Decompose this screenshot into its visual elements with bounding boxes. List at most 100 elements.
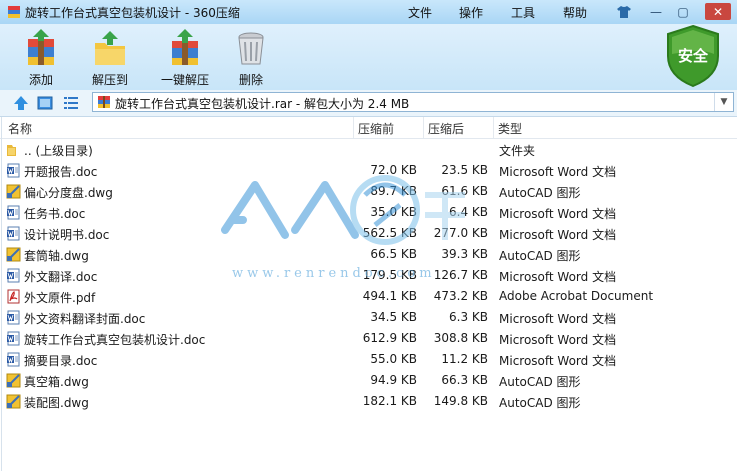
column-divider[interactable] [423,117,424,138]
file-size: 612.9 KB [362,331,417,345]
maximize-icon: ▢ [677,4,689,19]
file-name: 外文资料翻译封面.doc [24,312,146,326]
add-archive-icon [28,29,54,65]
file-name: 开题报告.doc [24,165,98,179]
extract-to-label: 解压到 [91,73,128,87]
file-name: 设计说明书.doc [24,228,110,242]
table-row[interactable]: 外文资料翻译封面.doc 34.5 KB 6.3 KB Microsoft Wo… [2,307,735,328]
table-row[interactable]: .. (上级目录) 文件夹 [2,139,735,160]
file-name: .. (上级目录) [24,144,93,158]
file-compressed-size: 126.7 KB [433,268,488,282]
address-dropdown-button[interactable]: ▼ [714,93,733,111]
file-name: 套筒轴.dwg [24,249,89,263]
one-click-extract-button[interactable]: 一键解压 [146,27,224,87]
dwg-icon [6,373,21,388]
title-bar: 旋转工作台式真空包装机设计 - 360压缩 文件 操作 工具 帮助 — ▢ ✕ [0,0,737,24]
file-name: 外文原件.pdf [24,291,96,305]
file-size: 34.5 KB [370,310,417,324]
table-row[interactable]: 开题报告.doc 72.0 KB 23.5 KB Microsoft Word … [2,160,735,181]
file-name: 任务书.doc [24,207,86,221]
table-row[interactable]: 真空箱.dwg 94.9 KB 66.3 KB AutoCAD 图形 [2,370,735,391]
file-size: 182.1 KB [362,394,417,408]
trash-icon [238,32,264,65]
file-size: 89.7 KB [370,184,417,198]
one-click-extract-icon [172,29,198,65]
file-name: 旋转工作台式真空包装机设计.doc [24,333,206,347]
file-size: 72.0 KB [370,163,417,177]
file-size: 562.5 KB [362,226,417,240]
table-row[interactable]: 装配图.dwg 182.1 KB 149.8 KB AutoCAD 图形 [2,391,735,412]
file-type: Microsoft Word 文档 [499,228,617,242]
file-type: Microsoft Word 文档 [499,207,617,221]
security-badge[interactable]: 安全 [664,24,722,88]
table-row[interactable]: 套筒轴.dwg 66.5 KB 39.3 KB AutoCAD 图形 [2,244,735,265]
file-size: 66.5 KB [370,247,417,261]
menu-file[interactable]: 文件 [408,4,432,21]
table-row[interactable]: 外文原件.pdf 494.1 KB 473.2 KB Adobe Acrobat… [2,286,735,307]
file-type: Microsoft Word 文档 [499,312,617,326]
extract-to-button[interactable]: 解压到 [75,27,145,87]
menu-operation[interactable]: 操作 [459,4,483,21]
column-divider[interactable] [353,117,354,138]
menu-tools[interactable]: 工具 [511,4,535,21]
close-icon: ✕ [712,4,724,19]
file-size: 55.0 KB [370,352,417,366]
file-type: AutoCAD 图形 [499,396,581,410]
address-text: 旋转工作台式真空包装机设计.rar - 解包大小为 2.4 MB [115,97,410,111]
word-doc-icon [7,163,20,178]
file-name: 真空箱.dwg [24,375,89,389]
minimize-button[interactable]: — [645,3,667,20]
add-label: 添加 [28,73,53,87]
table-row[interactable]: 任务书.doc 35.0 KB 6.4 KB Microsoft Word 文档 [2,202,735,223]
file-type: 文件夹 [499,144,536,158]
file-type: AutoCAD 图形 [499,186,581,200]
file-size: 494.1 KB [362,289,417,303]
table-row[interactable]: 摘要目录.doc 55.0 KB 11.2 KB Microsoft Word … [2,349,735,370]
header-name[interactable]: 名称 [8,120,32,137]
up-arrow-icon[interactable] [13,95,29,111]
pdf-icon [7,289,20,304]
file-compressed-size: 6.4 KB [449,205,488,219]
file-compressed-size: 61.6 KB [441,184,488,198]
word-doc-icon [7,268,20,283]
chevron-down-icon: ▼ [720,97,728,107]
delete-button[interactable]: 删除 [216,27,286,87]
header-size[interactable]: 压缩前 [358,120,394,137]
column-divider[interactable] [493,117,494,138]
file-compressed-size: 473.2 KB [433,289,488,303]
file-type: Microsoft Word 文档 [499,165,617,179]
list-view-icon[interactable] [63,95,79,111]
menu-help[interactable]: 帮助 [563,4,587,21]
file-compressed-size: 39.3 KB [441,247,488,261]
maximize-button[interactable]: ▢ [672,3,694,20]
word-doc-icon [7,226,20,241]
add-button[interactable]: 添加 [6,27,76,87]
address-bar: 旋转工作台式真空包装机设计.rar - 解包大小为 2.4 MB ▼ [0,90,737,117]
table-row[interactable]: 旋转工作台式真空包装机设计.doc 612.9 KB 308.8 KB Micr… [2,328,735,349]
word-doc-icon [7,205,20,220]
archive-app-icon [8,6,20,18]
file-type: Microsoft Word 文档 [499,354,617,368]
skin-button[interactable] [613,3,635,20]
file-compressed-size: 6.3 KB [449,310,488,324]
header-type[interactable]: 类型 [498,120,522,137]
file-compressed-size: 23.5 KB [441,163,488,177]
close-button[interactable]: ✕ [705,3,731,20]
file-type: Adobe Acrobat Document [499,289,654,303]
word-doc-icon [7,331,20,346]
file-name: 摘要目录.doc [24,354,98,368]
word-doc-icon [7,310,20,325]
dwg-icon [6,247,21,262]
table-row[interactable]: 设计说明书.doc 562.5 KB 277.0 KB Microsoft Wo… [2,223,735,244]
header-compressed[interactable]: 压缩后 [428,120,464,137]
security-label: 安全 [677,47,708,65]
file-compressed-size: 66.3 KB [441,373,488,387]
table-row[interactable]: 偏心分度盘.dwg 89.7 KB 61.6 KB AutoCAD 图形 [2,181,735,202]
file-type: AutoCAD 图形 [499,375,581,389]
address-field[interactable]: 旋转工作台式真空包装机设计.rar - 解包大小为 2.4 MB ▼ [92,92,734,112]
file-compressed-size: 11.2 KB [441,352,488,366]
large-icon-view-icon[interactable] [37,95,53,111]
file-size: 94.9 KB [370,373,417,387]
file-name: 装配图.dwg [24,396,89,410]
archive-icon [98,96,110,108]
